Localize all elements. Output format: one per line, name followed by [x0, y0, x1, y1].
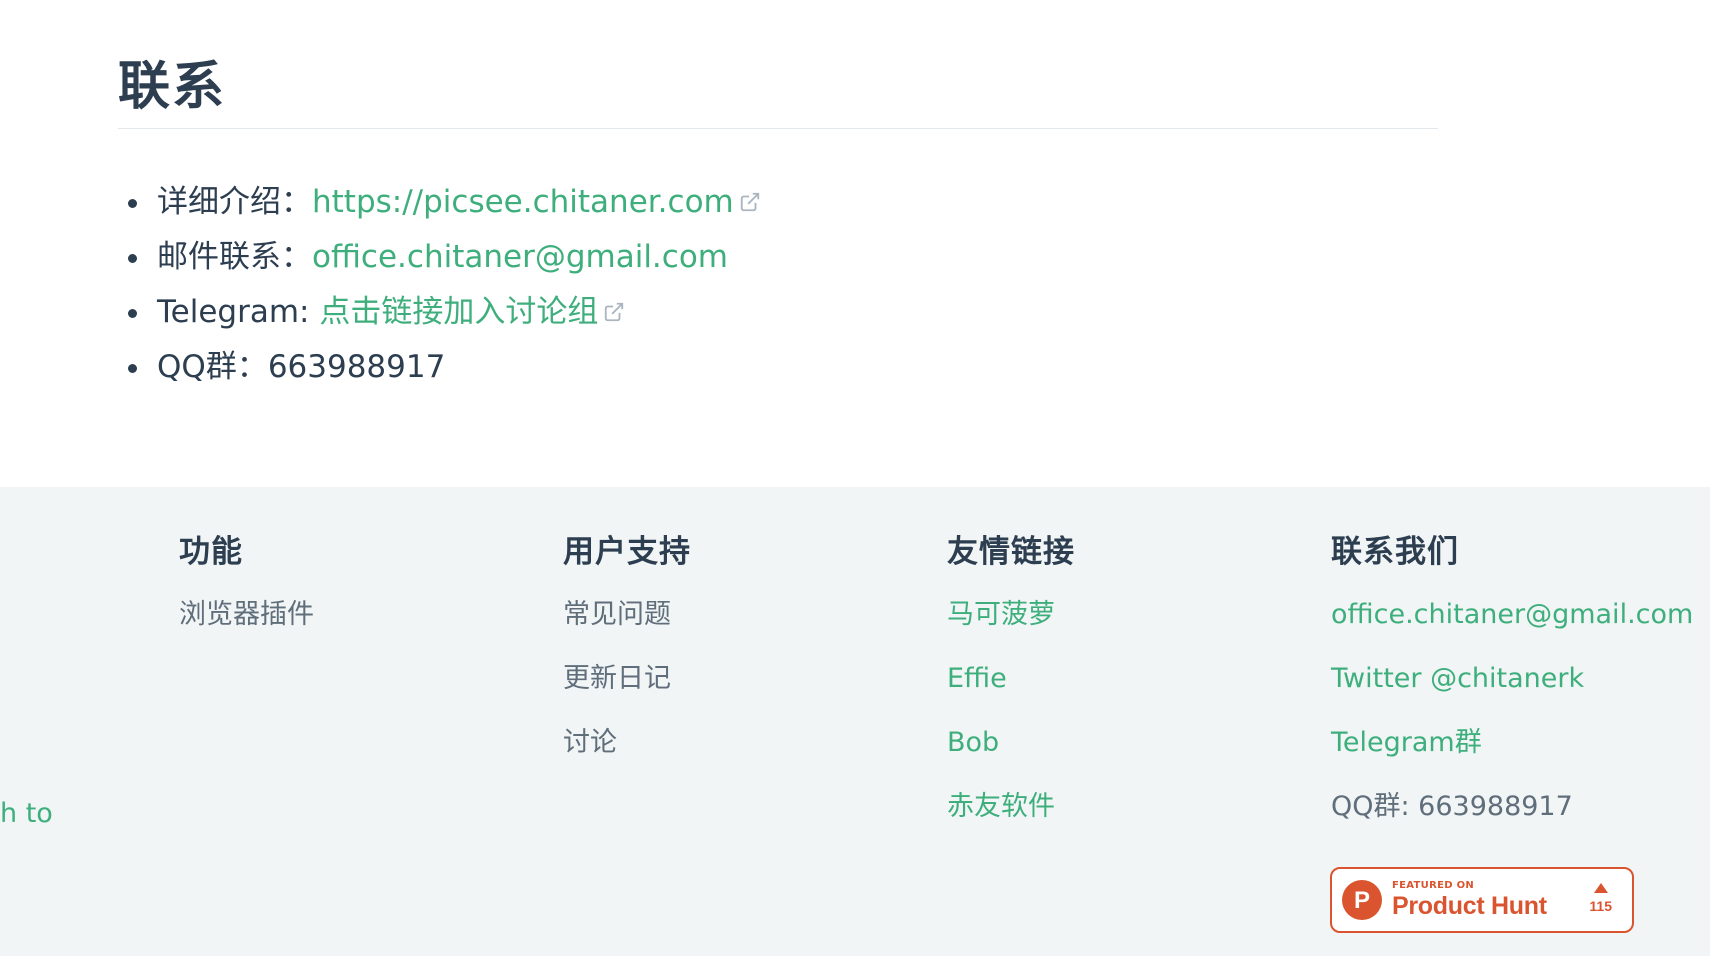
email-label: 邮件联系： [157, 239, 312, 275]
footer-column-title: 联系我们 [1331, 534, 1459, 570]
contact-list: 详细介绍：https://picsee.chitaner.com 邮件联系：of… [118, 175, 1438, 395]
page: 联系 详细介绍：https://picsee.chitaner.com 邮件联系… [0, 0, 1710, 956]
contact-item-intro: 详细介绍：https://picsee.chitaner.com [128, 175, 1438, 230]
telegram-label: Telegram: [157, 294, 320, 330]
footer-link-telegram-group[interactable]: Telegram群 [1331, 711, 1693, 775]
product-hunt-vote-count: 115 [1589, 898, 1612, 914]
footer-link-effie[interactable]: Effie [947, 647, 1075, 711]
contact-section: 联系 详细介绍：https://picsee.chitaner.com 邮件联系… [118, 48, 1438, 395]
contact-item-email: 邮件联系：office.chitaner@gmail.com [128, 230, 1438, 285]
footer-link-friend-1[interactable]: 马可菠萝 [947, 583, 1075, 647]
product-hunt-logo-icon: P [1342, 880, 1382, 920]
footer-column-features: 功能 浏览器插件 [179, 527, 314, 647]
cut-off-link[interactable]: h to [0, 782, 53, 846]
footer: h to 功能 浏览器插件 用户支持 常见问题 更新日记 讨论 友情链接 马可菠… [0, 487, 1710, 956]
qq-number: 663988917 [267, 349, 446, 385]
footer-column-friend-links: 友情链接 马可菠萝 Effie Bob 赤友软件 [947, 527, 1075, 839]
intro-label: 详细介绍： [157, 184, 312, 220]
footer-link-friend-4[interactable]: 赤友软件 [947, 775, 1075, 839]
footer-column-title: 友情链接 [947, 534, 1075, 570]
footer-link-email[interactable]: office.chitaner@gmail.com [1331, 583, 1693, 647]
product-hunt-badge[interactable]: P FEATURED ON Product Hunt 115 [1330, 867, 1634, 933]
product-hunt-featured-label: FEATURED ON [1392, 880, 1475, 891]
footer-link-browser-extension[interactable]: 浏览器插件 [179, 583, 314, 647]
contact-item-qq: QQ群：663988917 [128, 340, 1438, 395]
footer-link-faq[interactable]: 常见问题 [563, 583, 691, 647]
svg-text:P: P [1354, 887, 1370, 914]
email-link[interactable]: office.chitaner@gmail.com [312, 239, 728, 275]
qq-label: QQ群： [157, 349, 268, 385]
product-hunt-name: Product Hunt [1392, 892, 1547, 920]
external-link-icon [605, 302, 624, 322]
footer-column-support: 用户支持 常见问题 更新日记 讨论 [563, 527, 691, 775]
footer-qq-group: QQ群: 663988917 [1331, 791, 1573, 822]
footer-column-title: 功能 [179, 534, 243, 570]
footer-column-contact: 联系我们 office.chitaner@gmail.com Twitter @… [1331, 527, 1693, 839]
contact-heading: 联系 [118, 48, 1438, 129]
footer-column-title: 用户支持 [563, 534, 691, 570]
product-hunt-text: FEATURED ON Product Hunt [1392, 881, 1547, 919]
upvote-arrow-icon [1593, 883, 1608, 893]
external-link-icon [740, 192, 759, 212]
product-hunt-votes: 115 [1589, 883, 1612, 914]
contact-item-telegram: Telegram: 点击链接加入讨论组 [128, 285, 1438, 340]
footer-link-bob[interactable]: Bob [947, 711, 1075, 775]
footer-link-twitter[interactable]: Twitter @chitanerk [1331, 647, 1693, 711]
footer-link-changelog[interactable]: 更新日记 [563, 647, 691, 711]
telegram-link[interactable]: 点击链接加入讨论组 [319, 294, 598, 330]
footer-link-discussion[interactable]: 讨论 [563, 711, 691, 775]
intro-link[interactable]: https://picsee.chitaner.com [312, 184, 734, 220]
